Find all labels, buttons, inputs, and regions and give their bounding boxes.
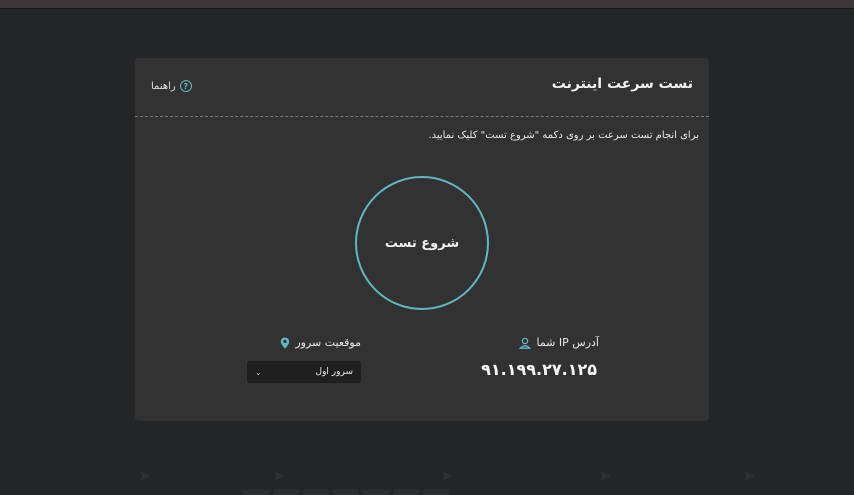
user-icon	[519, 337, 532, 349]
server-select[interactable]: سرور اول ⌄	[247, 361, 361, 383]
footer-tab	[243, 489, 269, 495]
instruction-text: برای انجام تست سرعت بر روی دکمه "شروع تس…	[428, 130, 699, 141]
chevron-down-icon: ⌄	[255, 367, 262, 377]
telegram-icon: ➤	[138, 466, 152, 485]
speed-test-card: تست سرعت اینترنت ? راهنما برای انجام تست…	[135, 58, 709, 421]
help-link[interactable]: ? راهنما	[151, 80, 192, 92]
footer-tab	[393, 489, 419, 495]
footer-tab	[333, 489, 359, 495]
window-top-bar	[0, 0, 854, 9]
telegram-icon: ➤	[272, 466, 286, 485]
telegram-icon: ➤	[440, 466, 454, 485]
footer-tab	[363, 489, 389, 495]
ip-address-value: ۹۱.۱۹۹.۲۷.۱۲۵	[481, 360, 597, 379]
help-label: راهنما	[151, 80, 176, 92]
telegram-icon: ➤	[598, 466, 612, 485]
start-test-button[interactable]: شروع تست	[355, 176, 489, 310]
footer-tab	[273, 489, 299, 495]
location-pin-icon	[281, 337, 290, 348]
page-title: تست سرعت اینترنت	[551, 76, 693, 92]
telegram-icon: ➤	[742, 466, 756, 485]
server-selected-value: سرور اول	[315, 367, 353, 377]
ip-address-label: آدرس IP شما	[519, 336, 599, 349]
question-circle-icon: ?	[179, 80, 192, 92]
start-test-label: شروع تست	[384, 235, 460, 251]
footer-tab	[303, 489, 329, 495]
server-location-label: موقعیت سرور	[280, 336, 361, 349]
server-label-text: موقعیت سرور	[295, 336, 361, 349]
card-header: تست سرعت اینترنت ? راهنما	[135, 58, 709, 117]
ip-label-text: آدرس IP شما	[536, 336, 599, 349]
footer-tab	[423, 489, 449, 495]
